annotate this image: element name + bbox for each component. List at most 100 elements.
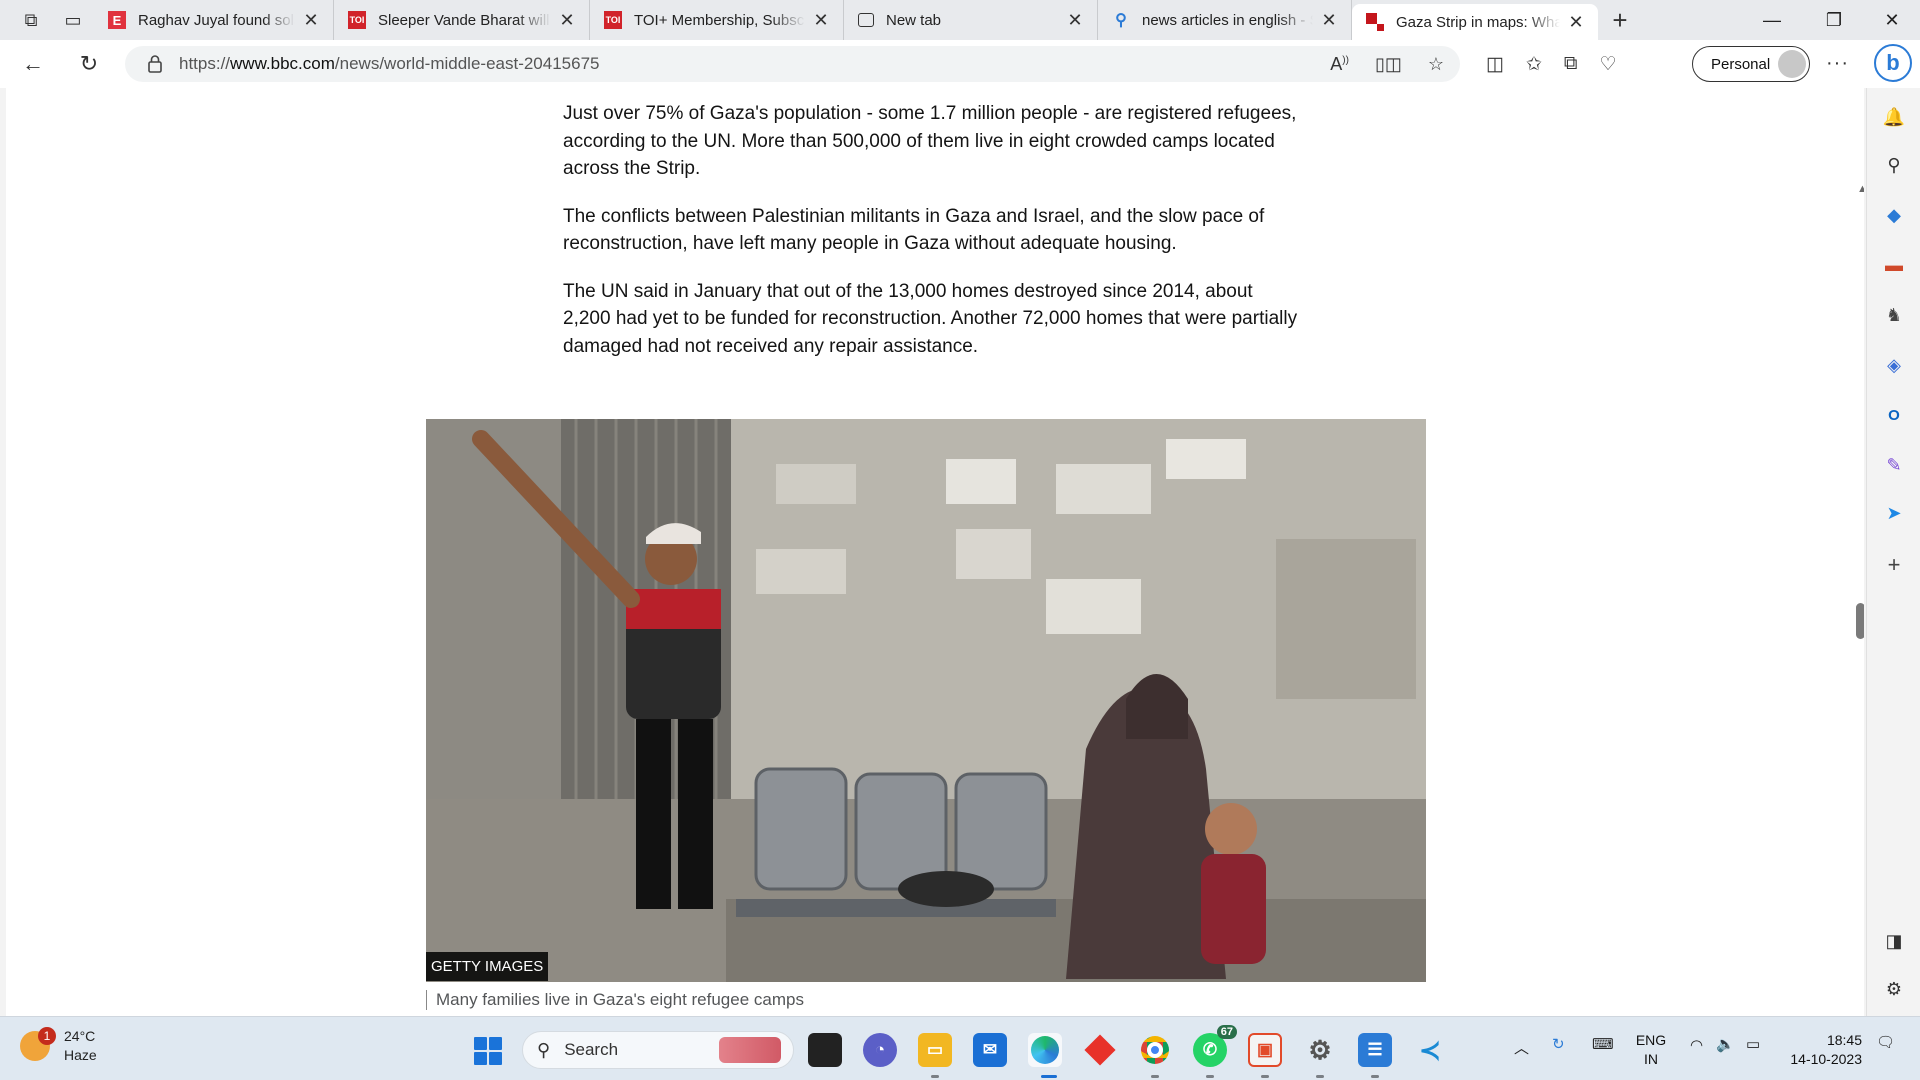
mail-icon[interactable]: ✉ xyxy=(973,1033,1007,1067)
tab-title: Raghav Juyal found solace xyxy=(138,11,295,29)
browser-essentials-icon[interactable]: ♡ xyxy=(1599,53,1616,76)
tab-gaza-active[interactable]: Gaza Strip in maps: What it ✕ xyxy=(1352,4,1598,40)
chrome-icon[interactable] xyxy=(1138,1033,1172,1067)
taskbar-search[interactable]: ⚲ Search xyxy=(522,1031,794,1069)
wifi-icon[interactable]: ◠ xyxy=(1690,1036,1703,1054)
favorites-icon[interactable]: ✩ xyxy=(1526,53,1542,76)
close-icon[interactable]: ✕ xyxy=(1319,10,1339,31)
tab-vande-bharat[interactable]: TOI Sleeper Vande Bharat will c ✕ xyxy=(334,0,590,40)
send-icon[interactable]: ➤ xyxy=(1881,500,1907,526)
search-highlight-icon xyxy=(719,1037,781,1063)
new-tab-button[interactable]: + xyxy=(1598,0,1642,40)
copilot-icon[interactable]: ◈ xyxy=(1881,352,1907,378)
sync-icon[interactable]: ↻ xyxy=(1552,1035,1565,1053)
close-icon[interactable]: ✕ xyxy=(557,10,577,31)
immersive-reader-icon[interactable]: ▯◫ xyxy=(1375,54,1402,75)
running-indicator xyxy=(1371,1075,1379,1078)
app-diamond-icon[interactable] xyxy=(1083,1033,1117,1067)
close-icon[interactable]: ✕ xyxy=(1065,10,1085,31)
article-paragraph: The conflicts between Palestinian milita… xyxy=(563,205,1265,255)
search-icon: ⚲ xyxy=(1115,12,1127,29)
bbc-news-icon xyxy=(1366,13,1384,31)
outlook-icon[interactable]: O xyxy=(1881,402,1907,428)
copilot-icon[interactable]: b xyxy=(1874,44,1912,82)
back-icon[interactable]: ← xyxy=(12,46,54,82)
notepad-icon[interactable]: ☰ xyxy=(1358,1033,1392,1067)
article-photo xyxy=(426,419,1426,982)
games-icon[interactable]: ♞ xyxy=(1881,302,1907,328)
tab-actions-icon[interactable]: ▭ xyxy=(52,0,94,40)
toolbox-icon[interactable]: ▬ xyxy=(1881,252,1907,278)
tab-title: TOI+ Membership, Subscri xyxy=(634,11,805,29)
notification-icon[interactable]: 🗨 xyxy=(1876,1033,1895,1051)
close-window-icon[interactable]: ✕ xyxy=(1864,0,1920,40)
avatar xyxy=(1778,50,1806,78)
tab-title: news articles in english - S xyxy=(1142,11,1313,29)
more-options-icon[interactable]: ··· xyxy=(1826,52,1849,75)
browser-toolbar: ← ↻ https://www.bbc.com/news/world-middl… xyxy=(0,40,1920,88)
designer-icon[interactable]: ✎ xyxy=(1881,452,1907,478)
active-indicator xyxy=(1041,1075,1057,1078)
search-icon[interactable]: ⚲ xyxy=(1881,152,1907,178)
close-icon[interactable]: ✕ xyxy=(811,10,831,31)
tab-title: Gaza Strip in maps: What it xyxy=(1396,13,1560,31)
weather-condition: Haze xyxy=(64,1047,97,1063)
minimize-icon[interactable]: — xyxy=(1744,0,1800,40)
weather-widget[interactable]: 1 24°C Haze xyxy=(20,1027,97,1065)
tab-title: New tab xyxy=(886,11,942,29)
tab-new-tab[interactable]: New tab ✕ xyxy=(844,0,1098,40)
article-paragraph: Just over 75% of Gaza's population - som… xyxy=(563,103,1297,179)
task-view-icon[interactable] xyxy=(808,1033,842,1067)
search-icon: ⚲ xyxy=(537,1039,551,1060)
file-explorer-icon[interactable]: ▭ xyxy=(918,1033,952,1067)
favorite-star-icon[interactable]: ☆ xyxy=(1428,54,1444,75)
tab-raghav[interactable]: E Raghav Juyal found solace ✕ xyxy=(94,0,334,40)
close-icon[interactable]: ✕ xyxy=(1566,12,1586,33)
lock-icon[interactable] xyxy=(147,55,163,73)
clock-date: 14-10-2023 xyxy=(1790,1051,1862,1067)
language-indicator[interactable]: ENG IN xyxy=(1634,1031,1668,1069)
address-bar[interactable]: https://www.bbc.com/news/world-middle-ea… xyxy=(125,46,1460,82)
bell-icon[interactable]: 🔔 xyxy=(1881,104,1907,130)
keyboard-icon[interactable]: ⌨ xyxy=(1592,1035,1614,1053)
refresh-icon[interactable]: ↻ xyxy=(68,46,110,82)
add-icon[interactable]: + xyxy=(1881,552,1907,578)
settings-icon[interactable]: ⚙ xyxy=(1881,976,1907,1002)
article-body: Just over 75% of Gaza's population - som… xyxy=(563,100,1303,380)
edge-icon[interactable] xyxy=(1028,1033,1062,1067)
scroll-up-arrow[interactable]: ▲ xyxy=(1857,183,1864,195)
scrollbar-thumb[interactable] xyxy=(1856,603,1864,639)
image-credit: GETTY IMAGES xyxy=(426,952,549,981)
battery-icon[interactable]: ▭ xyxy=(1746,1035,1760,1053)
shopping-tag-icon[interactable]: ◆ xyxy=(1881,202,1907,228)
read-aloud-icon[interactable]: A)) xyxy=(1330,54,1349,75)
running-indicator xyxy=(1316,1075,1324,1078)
split-screen-icon[interactable]: ◫ xyxy=(1486,53,1504,76)
url-text: https://www.bbc.com/news/world-middle-ea… xyxy=(179,54,600,73)
weather-haze-icon: 1 xyxy=(20,1027,56,1061)
restore-icon[interactable]: ❐ xyxy=(1806,0,1862,40)
split-screen-icon[interactable]: ◨ xyxy=(1881,928,1907,954)
profile-button[interactable]: Personal xyxy=(1692,46,1810,82)
tab-toi-membership[interactable]: TOI TOI+ Membership, Subscri ✕ xyxy=(590,0,844,40)
volume-icon[interactable]: 🔈 xyxy=(1716,1035,1735,1053)
running-indicator xyxy=(1206,1075,1214,1078)
clock[interactable]: 18:45 14-10-2023 xyxy=(1782,1031,1862,1069)
close-icon[interactable]: ✕ xyxy=(301,10,321,31)
collections-icon[interactable]: ⧉ xyxy=(1564,53,1578,75)
windows-start-icon[interactable] xyxy=(474,1037,502,1065)
teams-chat-icon[interactable]: ◔ xyxy=(863,1033,897,1067)
photo-child xyxy=(1201,803,1266,964)
tab-favicon: TOI xyxy=(604,11,622,29)
running-indicator xyxy=(1151,1075,1159,1078)
vscode-icon[interactable]: ≺ xyxy=(1413,1033,1447,1067)
chevron-up-icon[interactable]: ︿ xyxy=(1514,1037,1529,1058)
settings-gear-icon[interactable]: ⚙ xyxy=(1303,1033,1337,1067)
tab-search[interactable]: ⚲ news articles in english - S ✕ xyxy=(1098,0,1352,40)
search-label: Search xyxy=(564,1040,619,1059)
whatsapp-icon[interactable]: ✆ 67 xyxy=(1193,1025,1237,1067)
weather-temp: 24°C xyxy=(64,1028,96,1044)
pdf-reader-icon[interactable]: ▣ xyxy=(1248,1033,1282,1067)
tab-favicon: E xyxy=(108,11,126,29)
workspaces-icon[interactable]: ⧉ xyxy=(10,0,52,40)
